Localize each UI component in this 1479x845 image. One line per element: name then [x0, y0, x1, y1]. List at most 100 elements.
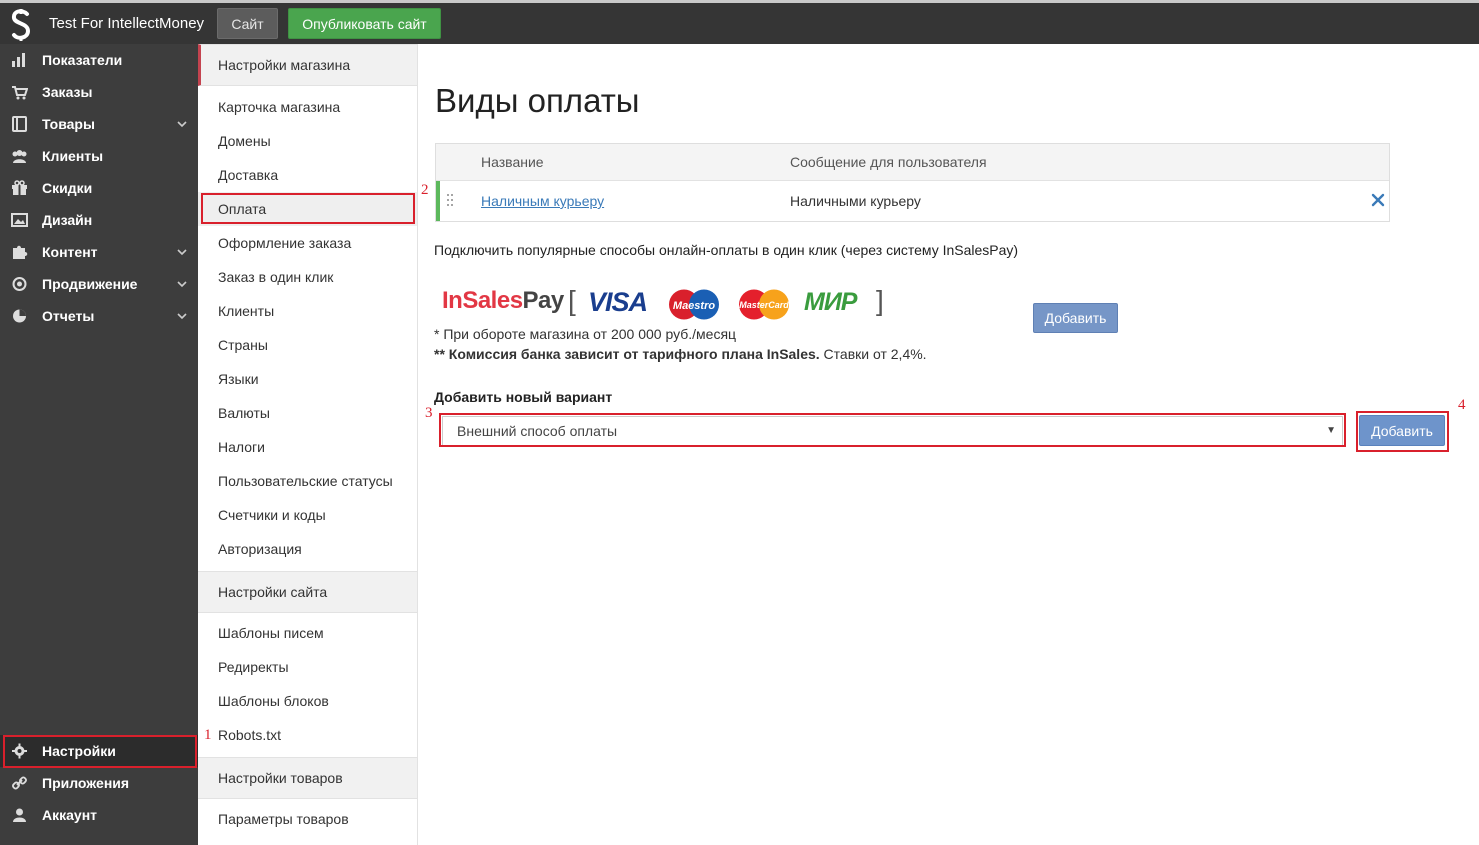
settings-item-delivery[interactable]: Доставка: [198, 158, 417, 192]
site-button[interactable]: Сайт: [217, 8, 278, 39]
payment-type-select-value: Внешний способ оплаты: [457, 423, 618, 439]
book-icon: [12, 116, 27, 132]
users-icon: [12, 150, 27, 163]
sidebar-item-settings[interactable]: Настройки: [0, 735, 198, 767]
step-number-1: 1: [204, 727, 212, 743]
sidebar-item-label: Дизайн: [42, 212, 93, 228]
mir-logo: МИР: [804, 288, 857, 316]
sidebar-item-label: Приложения: [42, 775, 130, 791]
settings-item-redirects[interactable]: Редиректы: [198, 650, 417, 684]
drag-handle-icon[interactable]: [446, 193, 454, 207]
chevron-down-icon: [177, 313, 187, 320]
insalespay-logo-b: Pay: [522, 287, 565, 314]
maestro-logo-icon: Maestro: [669, 289, 719, 320]
step-number-3: 3: [425, 405, 433, 421]
settings-item-block-templates[interactable]: Шаблоны блоков: [198, 684, 417, 718]
payment-methods-table: Название Сообщение для пользователя Нали…: [435, 143, 1390, 222]
commission-note-rest: Ставки от 2,4%.: [819, 346, 927, 362]
turnover-note: * При обороте магазина от 200 000 руб./м…: [434, 326, 737, 342]
cart-icon: [12, 86, 28, 100]
settings-item-one-click-order[interactable]: Заказ в один клик: [198, 260, 417, 294]
page-title: Виды оплаты: [435, 82, 640, 119]
sidebar-item-label: Продвижение: [42, 276, 138, 292]
shop-name[interactable]: Test For IntellectMoney: [49, 3, 204, 44]
main-sidebar: Показатели Заказы Товары Клиенты Скидки …: [0, 44, 198, 845]
close-icon[interactable]: [1371, 193, 1385, 207]
chevron-down-icon: [177, 249, 187, 256]
sidebar-item-label: Показатели: [42, 52, 123, 68]
chevron-down-icon: [177, 281, 187, 288]
top-bar: Test For IntellectMoney Сайт Опубликоват…: [0, 0, 1479, 44]
publish-site-button[interactable]: Опубликовать сайт: [288, 8, 441, 39]
gift-icon: [12, 180, 27, 195]
settings-item-custom-statuses[interactable]: Пользовательские статусы: [198, 464, 417, 498]
payment-name-link[interactable]: Наличным курьеру: [481, 193, 604, 209]
sidebar-item-discounts[interactable]: Скидки: [0, 172, 198, 204]
insalespay-logo-a: InSales: [442, 287, 523, 314]
bracket-right-icon: ]: [876, 285, 884, 316]
settings-item-email-templates[interactable]: Шаблоны писем: [198, 616, 417, 650]
insalespay-connect-text: Подключить популярные способы онлайн-опл…: [434, 242, 1019, 258]
settings-item-payment[interactable]: Оплата: [198, 192, 417, 226]
gear-icon: [12, 743, 27, 759]
add-payment-method-button[interactable]: Добавить: [1359, 415, 1445, 446]
settings-item-languages[interactable]: Языки: [198, 362, 417, 396]
payment-name-cell: Наличным курьеру: [481, 181, 604, 221]
sidebar-item-dashboard[interactable]: Показатели: [0, 44, 198, 76]
insales-logo-icon[interactable]: [8, 7, 34, 43]
settings-item-clients[interactable]: Клиенты: [198, 294, 417, 328]
step-number-2: 2: [421, 182, 429, 198]
settings-item-authorization[interactable]: Авторизация: [198, 532, 417, 566]
settings-section-shop[interactable]: Настройки магазина: [198, 44, 417, 86]
bar-chart-icon: [12, 53, 25, 67]
table-header: Название Сообщение для пользователя: [436, 144, 1389, 181]
pie-chart-icon: [13, 309, 26, 323]
add-new-variant-label: Добавить новый вариант: [434, 389, 613, 405]
sidebar-item-apps[interactable]: Приложения: [0, 767, 198, 799]
sidebar-item-reports[interactable]: Отчеты: [0, 300, 198, 332]
settings-item-checkout[interactable]: Оформление заказа: [198, 226, 417, 260]
settings-section-site[interactable]: Настройки сайта: [198, 571, 417, 613]
column-header-message: Сообщение для пользователя: [790, 154, 987, 170]
settings-item-robots[interactable]: Robots.txt: [198, 718, 417, 752]
column-header-name: Название: [481, 154, 544, 170]
settings-item-currencies[interactable]: Валюты: [198, 396, 417, 430]
main-content: Виды оплаты Название Сообщение для польз…: [418, 44, 1479, 845]
sidebar-item-label: Товары: [42, 116, 95, 132]
sidebar-item-content[interactable]: Контент: [0, 236, 198, 268]
table-row: Наличным курьеру Наличными курьеру: [436, 181, 1389, 221]
sidebar-item-orders[interactable]: Заказы: [0, 76, 198, 108]
sidebar-item-products[interactable]: Товары: [0, 108, 198, 140]
mastercard-logo-text: MasterCard: [739, 300, 789, 310]
payment-type-select[interactable]: Внешний способ оплаты ▼: [442, 416, 1343, 446]
settings-menu: Настройки магазина Карточка магазина Дом…: [198, 44, 418, 845]
sidebar-item-label: Скидки: [42, 180, 93, 196]
sidebar-item-promotion[interactable]: Продвижение: [0, 268, 198, 300]
maestro-logo-text: Maestro: [673, 300, 715, 312]
settings-section-products[interactable]: Настройки товаров: [198, 757, 417, 799]
user-icon: [13, 808, 26, 822]
sidebar-item-design[interactable]: Дизайн: [0, 204, 198, 236]
sidebar-item-label: Настройки: [42, 743, 116, 759]
settings-item-domains[interactable]: Домены: [198, 124, 417, 158]
settings-item-product-params[interactable]: Параметры товаров: [198, 802, 417, 836]
insalespay-logo: InSalesPay: [442, 287, 564, 315]
payment-message-cell: Наличными курьеру: [790, 193, 921, 209]
dropdown-arrow-icon: ▼: [1326, 425, 1336, 436]
sidebar-item-account[interactable]: Аккаунт: [0, 799, 198, 831]
target-icon: [12, 277, 27, 291]
image-icon: [11, 213, 28, 227]
mastercard-logo-icon: MasterCard: [739, 289, 789, 320]
settings-item-counters[interactable]: Счетчики и коды: [198, 498, 417, 532]
chevron-down-icon: [177, 121, 187, 128]
commission-note-bold: ** Комиссия банка зависит от тарифного п…: [434, 346, 820, 362]
settings-item-countries[interactable]: Страны: [198, 328, 417, 362]
commission-note: ** Комиссия банка зависит от тарифного п…: [434, 346, 927, 362]
settings-item-shop-card[interactable]: Карточка магазина: [198, 90, 417, 124]
sidebar-item-clients[interactable]: Клиенты: [0, 140, 198, 172]
sidebar-item-label: Отчеты: [42, 308, 95, 324]
settings-item-taxes[interactable]: Налоги: [198, 430, 417, 464]
link-icon: [12, 776, 27, 790]
add-insalespay-button[interactable]: Добавить: [1033, 303, 1118, 333]
step-number-4: 4: [1458, 397, 1466, 413]
